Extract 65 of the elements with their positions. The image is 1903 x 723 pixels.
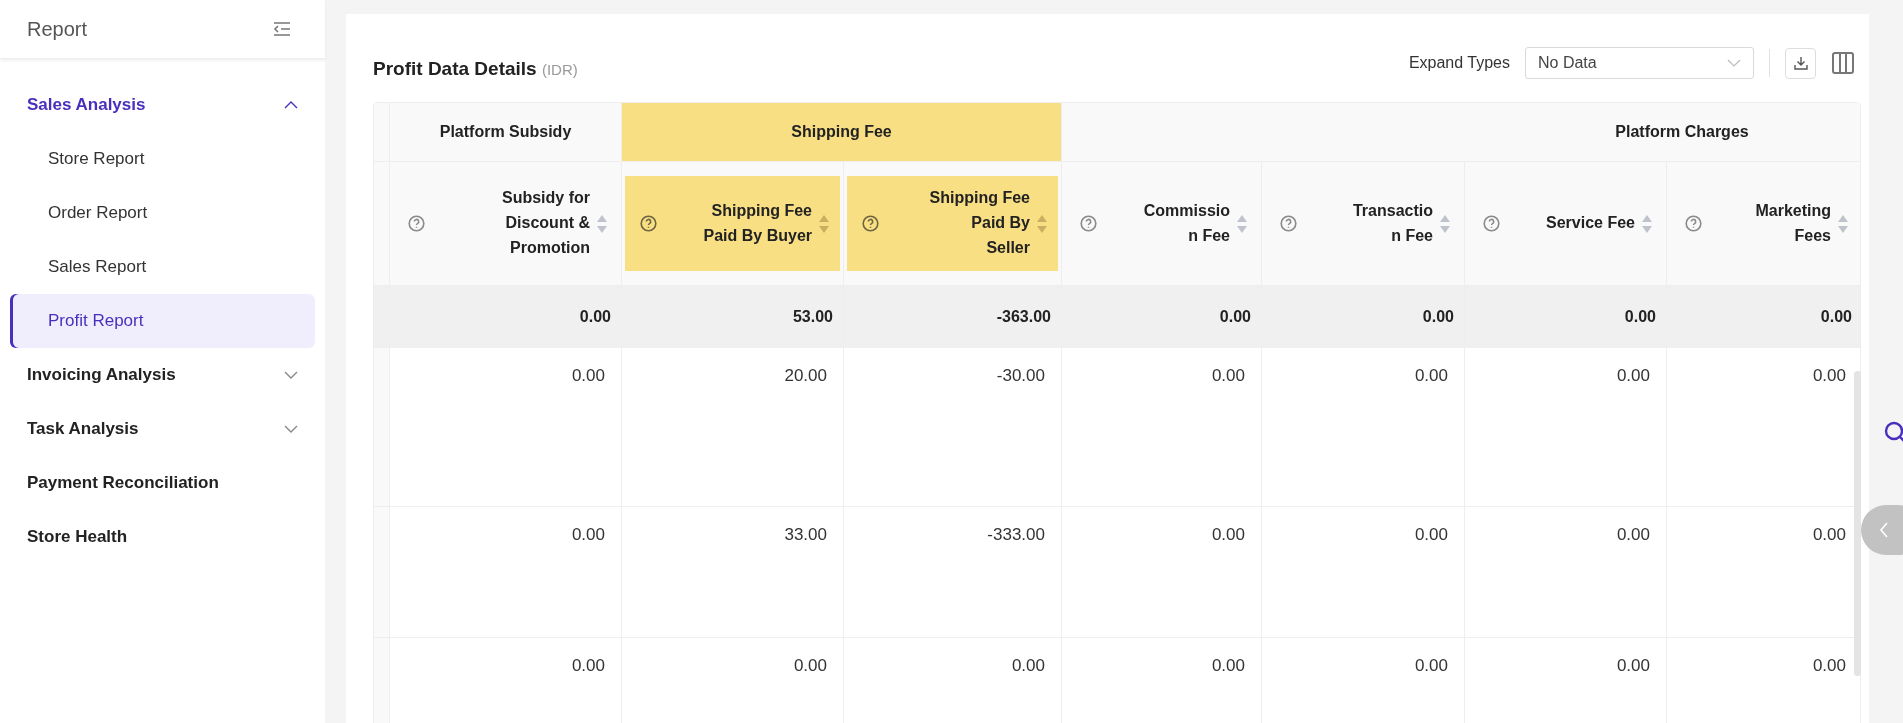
scrollbar[interactable] <box>1854 371 1861 676</box>
chevron-down-icon <box>1727 59 1741 67</box>
table-cell: 0.00 <box>1262 348 1465 507</box>
table-cell: 20.00 <box>622 348 844 507</box>
table-cell: 0.00 <box>1062 638 1262 723</box>
sort-icon[interactable] <box>1236 213 1248 234</box>
table-cell: 0.00 <box>1465 507 1667 638</box>
summary-cell: 0.00 <box>1062 286 1262 348</box>
nav-group-item[interactable]: Sales Analysis <box>0 78 325 132</box>
columns-icon[interactable] <box>1831 51 1855 75</box>
column-group-header: Platform Subsidy <box>390 103 622 162</box>
help-icon[interactable] <box>408 215 425 232</box>
help-icon[interactable] <box>1280 215 1297 232</box>
nav-item[interactable]: Order Report <box>0 186 315 240</box>
chevron-up-icon <box>284 101 298 109</box>
chevron-down-icon <box>284 425 298 433</box>
column-header[interactable]: Shipping Fee Paid By Buyer <box>625 176 840 271</box>
help-icon[interactable] <box>640 215 657 232</box>
nav-group-item[interactable]: Invoicing Analysis <box>0 348 325 402</box>
summary-cell: 53.00 <box>622 286 844 348</box>
table-cell: 0.00 <box>1262 638 1465 723</box>
table-cell: 0.00 <box>390 638 622 723</box>
table-cell: 0.00 <box>844 638 1062 723</box>
nav-group-item[interactable]: Payment Reconciliation <box>0 456 325 510</box>
help-icon[interactable] <box>1685 215 1702 232</box>
summary-cell: 0.00 <box>1465 286 1667 348</box>
table-cell: 0.00 <box>1062 348 1262 507</box>
table-cell: 0.00 <box>1062 507 1262 638</box>
sort-icon[interactable] <box>1641 213 1653 234</box>
table-cell: 0.00 <box>622 638 844 723</box>
table-cell: 0.00 <box>390 348 622 507</box>
table-cell: -333.00 <box>844 507 1062 638</box>
table-cell: 33.00 <box>622 507 844 638</box>
nav-item[interactable]: Profit Report <box>10 294 315 348</box>
expand-types-label: Expand Types <box>1408 54 1510 72</box>
nav-group-item[interactable]: Task Analysis <box>0 402 325 456</box>
help-icon[interactable] <box>862 215 879 232</box>
column-header[interactable]: Shipping Fee Paid By Seller <box>847 176 1058 271</box>
help-icon[interactable] <box>1483 215 1500 232</box>
table-cell: 0.00 <box>1465 348 1667 507</box>
expand-types-select[interactable]: No Data <box>1525 47 1754 79</box>
table-cell: -30.00 <box>844 348 1062 507</box>
column-group-header: Shipping Fee <box>622 103 1062 162</box>
section-title: Profit Data Details (IDR) <box>373 58 578 80</box>
summary-cell: 0.00 <box>1262 286 1465 348</box>
table-cell: 0.00 <box>1262 507 1465 638</box>
collapse-sidebar-icon[interactable] <box>272 21 292 37</box>
sidebar-title: Report <box>27 17 88 41</box>
chevron-down-icon <box>284 371 298 379</box>
table-cell: 0.00 <box>1465 638 1667 723</box>
download-icon <box>1792 55 1809 71</box>
sort-icon[interactable] <box>1837 213 1849 234</box>
summary-cell: 0.00 <box>1667 286 1860 348</box>
summary-cell: 0.00 <box>390 286 622 348</box>
summary-cell: -363.00 <box>844 286 1062 348</box>
chevron-left-icon <box>1879 522 1889 538</box>
nav-item[interactable]: Sales Report <box>0 240 315 294</box>
table-cell: 0.00 <box>390 507 622 638</box>
column-group-header: Platform Charges <box>1062 103 1860 162</box>
sort-icon[interactable] <box>1439 213 1451 234</box>
nav-item[interactable]: Store Report <box>0 132 315 186</box>
help-icon[interactable] <box>1080 215 1097 232</box>
download-button[interactable] <box>1785 47 1816 79</box>
nav-group-item[interactable]: Store Health <box>0 510 325 564</box>
sort-icon[interactable] <box>596 213 608 234</box>
